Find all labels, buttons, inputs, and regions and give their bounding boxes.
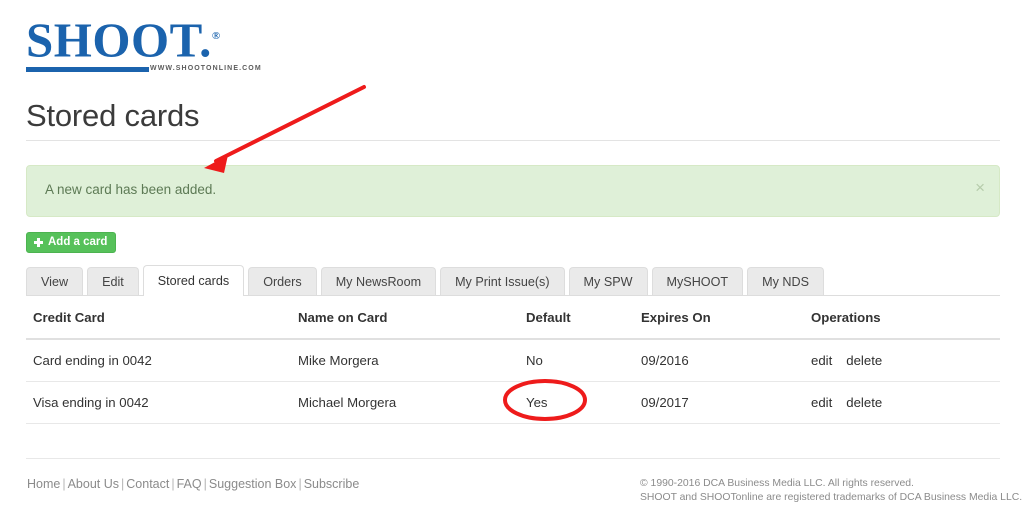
tab-edit[interactable]: Edit [87,267,139,296]
title-divider [26,140,1000,141]
footer-divider [26,458,1000,459]
tab-stored-cards[interactable]: Stored cards [142,265,245,296]
plus-icon [34,238,43,247]
footer-link-suggestion-box[interactable]: Suggestion Box [209,477,297,491]
tab-my-nds[interactable]: My NDS [747,267,824,296]
column-header-expires-on: Expires On [641,309,711,325]
close-icon[interactable]: × [975,179,985,196]
success-alert: A new card has been added. × [26,165,1000,217]
logo-url-text: WWW.SHOOTONLINE.COM [150,65,262,73]
delete-link[interactable]: delete [846,353,882,368]
edit-link[interactable]: edit [811,353,832,368]
cell-credit-card: Card ending in 0042 [33,353,152,368]
cell-expires-on: 09/2016 [641,353,689,368]
column-header-default: Default [526,309,571,325]
tab-my-print-issues[interactable]: My Print Issue(s) [440,267,565,296]
site-logo[interactable]: SHOOT.® WWW.SHOOTONLINE.COM [26,12,261,76]
cell-operations: edit delete [811,395,991,410]
account-tabs: View Edit Stored cards Orders My NewsRoo… [26,265,1000,296]
cell-name-on-card: Mike Morgera [298,353,379,368]
footer-link-faq[interactable]: FAQ [177,477,202,491]
footer-separator: | [171,477,175,491]
tab-orders[interactable]: Orders [248,267,317,296]
add-card-label: Add a card [48,236,108,248]
footer-link-contact[interactable]: Contact [126,477,169,491]
column-header-name-on-card: Name on Card [298,309,388,325]
tab-myshoot[interactable]: MySHOOT [651,267,744,296]
footer-link-subscribe[interactable]: Subscribe [304,477,360,491]
stored-cards-table: Credit Card Name on Card Default Expires… [26,296,1000,424]
footer-separator: | [62,477,66,491]
table-row: Visa ending in 0042 Michael Morgera Yes … [26,382,1000,424]
delete-link[interactable]: delete [846,395,882,410]
table-row: Card ending in 0042 Mike Morgera No 09/2… [26,340,1000,382]
column-header-operations: Operations [811,309,881,325]
footer-separator: | [203,477,207,491]
logo-wordmark: SHOOT.® [26,12,221,68]
cell-name-on-card: Michael Morgera [298,395,397,410]
copyright-line-1: © 1990-2016 DCA Business Media LLC. All … [640,478,914,489]
alert-message: A new card has been added. [45,182,217,197]
cell-credit-card: Visa ending in 0042 [33,395,149,410]
logo-underline-group: WWW.SHOOTONLINE.COM [26,65,261,76]
red-arrow-annotation [204,85,366,173]
cell-expires-on: 09/2017 [641,395,689,410]
default-yes-cell: Yes [526,395,548,410]
tab-view[interactable]: View [26,267,84,296]
column-header-credit-card: Credit Card [33,309,105,325]
page-root: SHOOT.® WWW.SHOOTONLINE.COM Stored cards… [0,0,1024,532]
registered-mark-icon: ® [211,30,221,42]
tab-my-newsroom[interactable]: My NewsRoom [320,267,437,296]
cell-default: No [526,353,543,368]
table-header-row: Credit Card Name on Card Default Expires… [26,296,1000,340]
copyright-block: © 1990-2016 DCA Business Media LLC. All … [640,477,1022,505]
footer-link-about-us[interactable]: About Us [68,477,119,491]
add-card-button[interactable]: Add a card [26,232,117,253]
page-title: Stored cards [26,98,200,133]
logo-bar [26,67,149,73]
footer-links: Home | About Us | Contact | FAQ | Suggestion Box… [27,477,359,491]
cell-operations: edit delete [811,353,991,368]
footer-link-home[interactable]: Home [27,477,60,491]
tab-my-spw[interactable]: My SPW [568,267,648,296]
copyright-line-2: SHOOT and SHOOTonline are registered tra… [640,492,1023,503]
footer-separator: | [298,477,302,491]
edit-link[interactable]: edit [811,395,832,410]
